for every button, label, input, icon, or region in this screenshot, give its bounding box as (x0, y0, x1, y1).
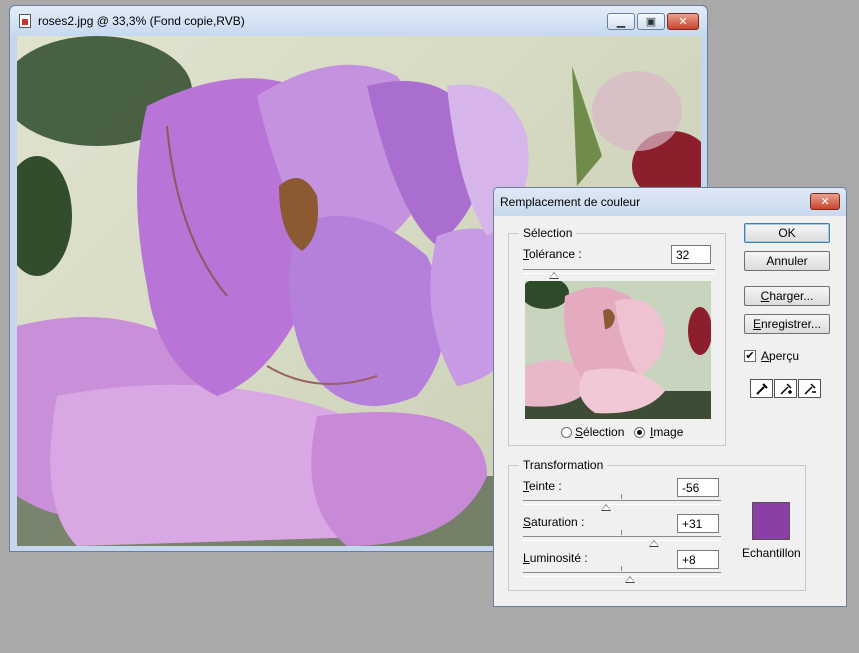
sample-label: Echantillon (742, 546, 801, 560)
dialog-close-button[interactable]: ✕ (810, 193, 840, 210)
tolerance-field[interactable] (671, 245, 711, 264)
saturation-label: Saturation : (523, 515, 585, 529)
eyedropper-button[interactable] (750, 379, 773, 398)
close-icon: ✕ (820, 196, 830, 208)
maximize-icon: ▣ (645, 16, 657, 28)
radio-image-label: Image (650, 425, 684, 439)
document-title: roses2.jpg @ 33,3% (Fond copie,RVB) (38, 14, 245, 28)
dialog-title: Remplacement de couleur (500, 195, 641, 209)
hue-slider[interactable] (523, 500, 721, 505)
save-label: Enregistrer... (752, 317, 822, 331)
transformation-legend: Transformation (519, 458, 608, 472)
cancel-button[interactable]: Annuler (744, 251, 830, 271)
document-file-icon (19, 14, 31, 28)
eyedropper-subtract-icon (803, 382, 816, 395)
maximize-button[interactable]: ▣ (637, 13, 665, 30)
saturation-slider-thumb[interactable] (648, 540, 659, 547)
minimize-icon: ▁ (616, 16, 626, 28)
save-button[interactable]: Enregistrer... (744, 314, 830, 334)
ok-label: OK (778, 226, 796, 240)
tolerance-label: Tolérance : (523, 247, 582, 261)
radio-selection-label: Sélection (575, 425, 625, 439)
radio-selection[interactable] (561, 427, 572, 438)
ok-button[interactable]: OK (744, 223, 830, 243)
hue-label: Teinte : (523, 479, 562, 493)
selection-group: Sélection Tolérance : Sélection Image (508, 226, 726, 446)
preview-checkbox[interactable]: ✔ (744, 350, 756, 362)
cancel-label: Annuler (766, 254, 808, 268)
transformation-group: Transformation Teinte : Saturation : Lum… (508, 458, 806, 591)
preview-image (525, 281, 711, 419)
saturation-slider[interactable] (523, 536, 721, 541)
load-button[interactable]: Charger... (744, 286, 830, 306)
saturation-field[interactable] (677, 514, 719, 533)
eyedropper-icon (755, 382, 768, 395)
hue-slider-center-tick (621, 494, 622, 499)
preview-label: Aperçu (761, 349, 800, 363)
selection-preview[interactable] (525, 281, 711, 419)
close-icon: ✕ (678, 16, 688, 28)
hue-slider-thumb[interactable] (601, 504, 612, 511)
saturation-slider-center-tick (621, 530, 622, 535)
lightness-label: Luminosité : (523, 551, 588, 565)
tolerance-slider-thumb[interactable] (548, 272, 559, 279)
load-label: Charger... (760, 289, 814, 303)
lightness-slider[interactable] (523, 572, 721, 577)
eyedropper-subtract-button[interactable] (798, 379, 821, 398)
selection-legend: Sélection (519, 226, 577, 240)
eyedropper-add-button[interactable] (774, 379, 797, 398)
close-button[interactable]: ✕ (667, 13, 699, 30)
lightness-slider-center-tick (621, 566, 622, 571)
color-sample-swatch[interactable] (752, 502, 790, 540)
eyedropper-add-icon (779, 382, 792, 395)
dialog-title-bar[interactable]: Remplacement de couleur ✕ (494, 188, 846, 216)
lightness-slider-thumb[interactable] (624, 576, 635, 583)
hue-field[interactable] (677, 478, 719, 497)
document-title-bar[interactable]: roses2.jpg @ 33,3% (Fond copie,RVB) ▁ ▣ … (10, 6, 707, 36)
minimize-button[interactable]: ▁ (607, 13, 635, 30)
lightness-field[interactable] (677, 550, 719, 569)
replace-color-dialog: Remplacement de couleur ✕ Sélection Tolé… (493, 187, 847, 607)
radio-image[interactable] (634, 427, 645, 438)
